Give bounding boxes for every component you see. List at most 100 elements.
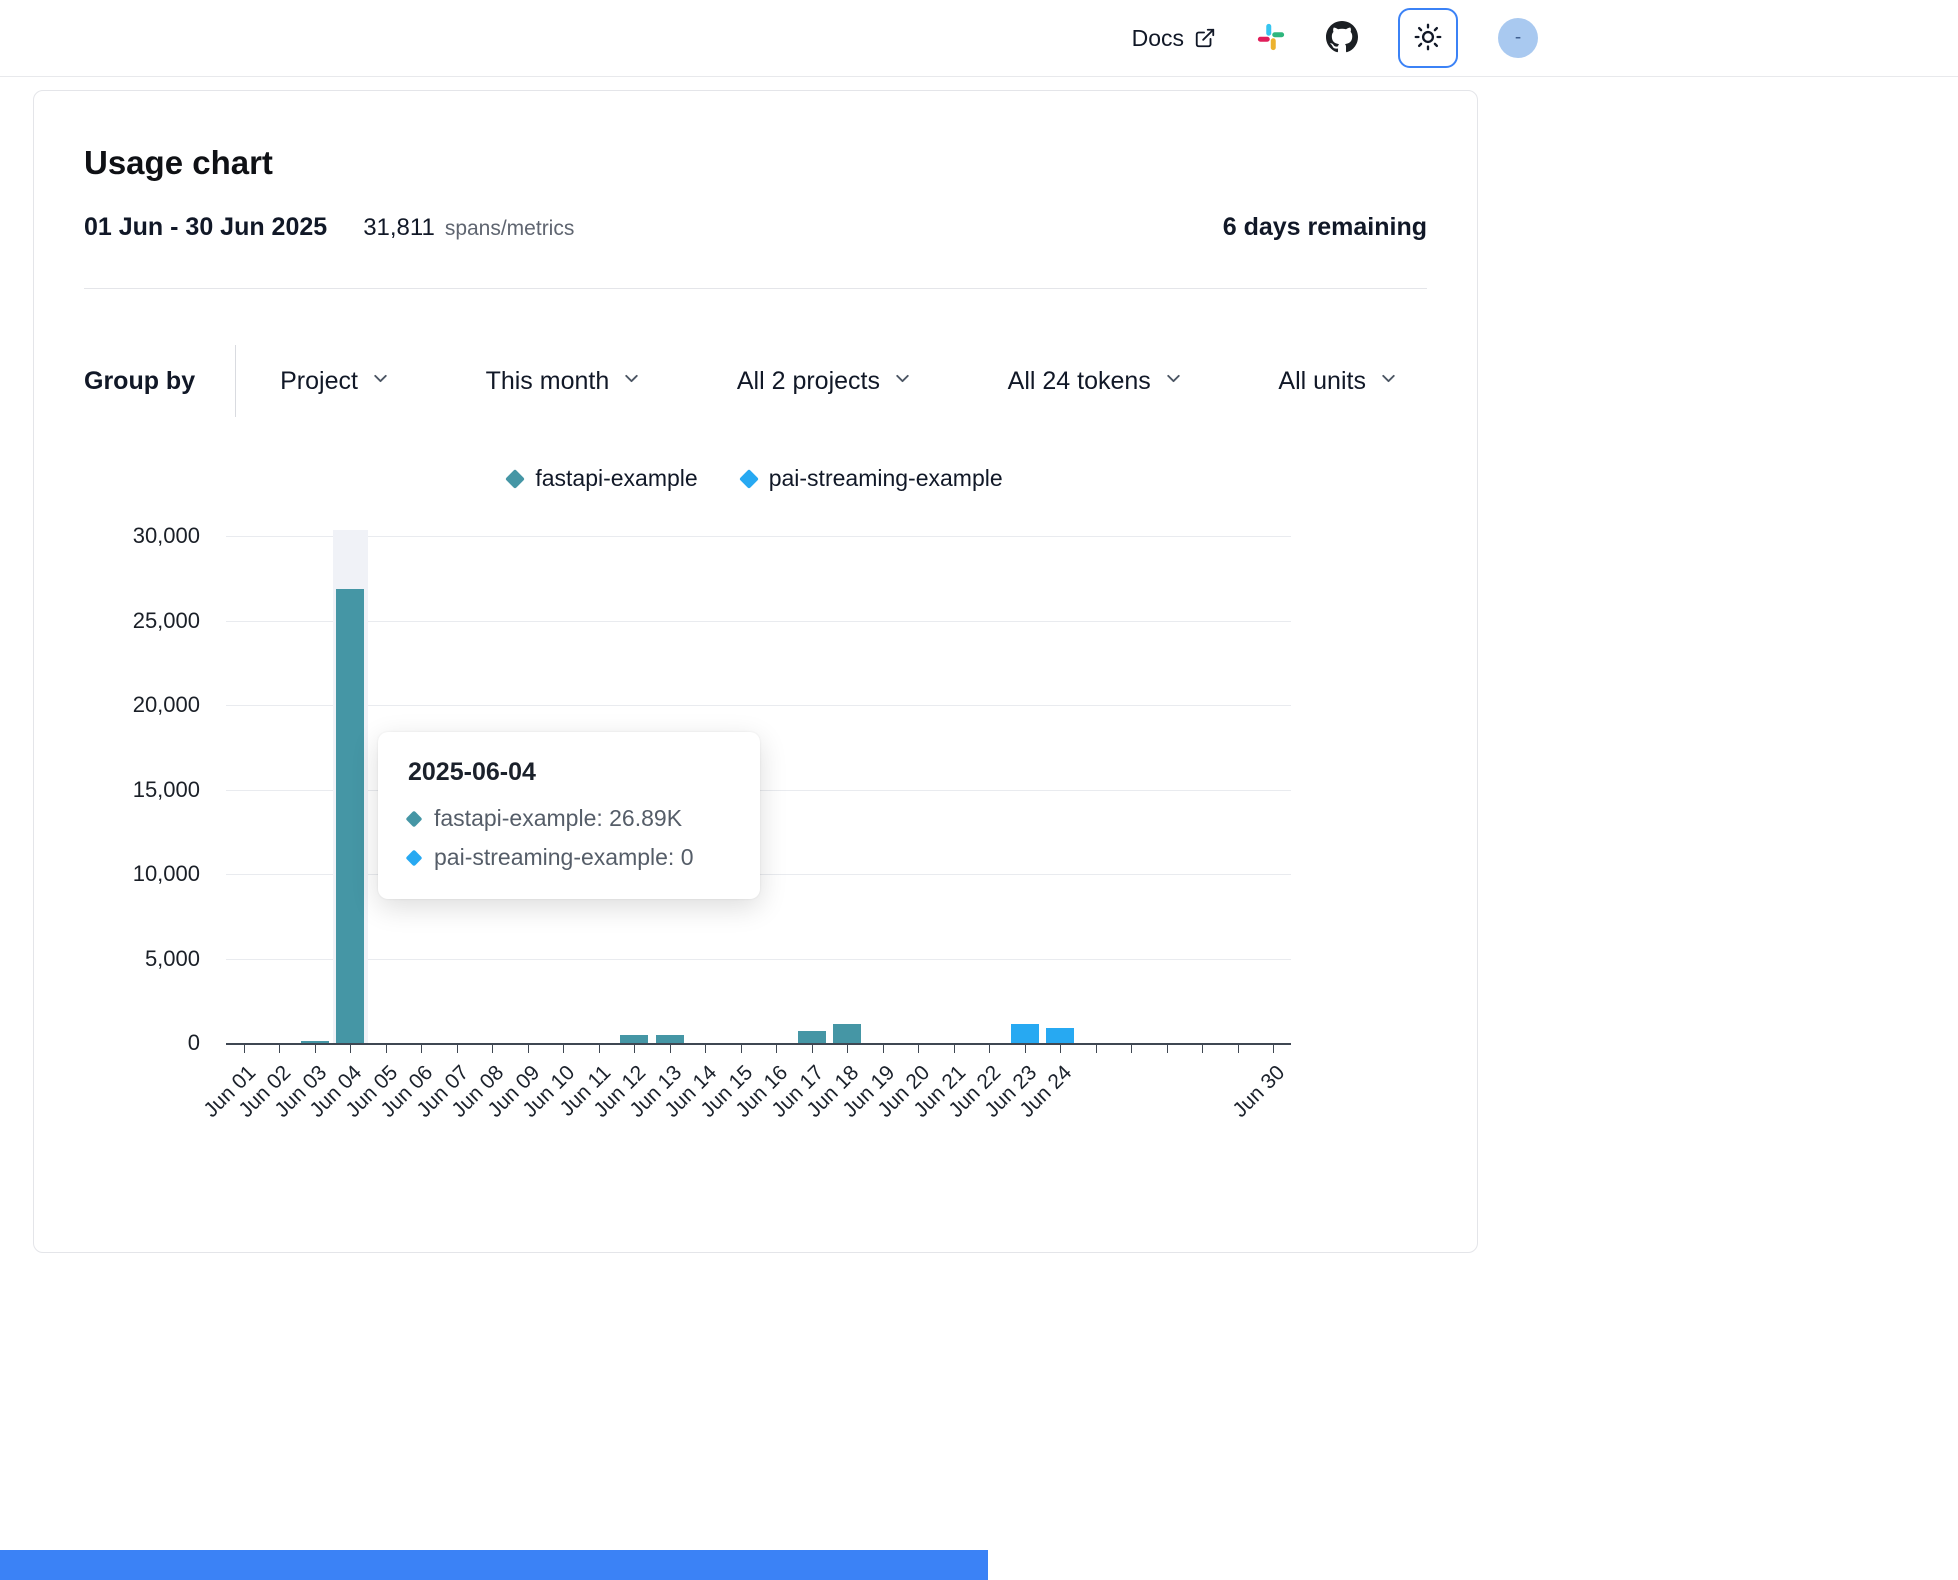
avatar-text: - — [1515, 27, 1521, 49]
group-by-label: Group by — [84, 367, 235, 396]
series-diamond-icon — [406, 849, 423, 866]
units-select[interactable]: All units — [1278, 367, 1399, 396]
top-bar: Docs — [0, 0, 1958, 77]
bottom-blue-bar — [0, 1550, 988, 1580]
sun-icon — [1414, 23, 1442, 54]
gridline — [226, 959, 1291, 960]
tooltip-row-text: pai-streaming-example: 0 — [434, 844, 694, 871]
bar-fastapi-example-jun-17[interactable] — [798, 1031, 826, 1043]
group-by-value: Project — [280, 367, 358, 396]
period-select[interactable]: This month — [486, 367, 643, 396]
projects-value: All 2 projects — [737, 367, 880, 396]
bar-fastapi-example-jun-03[interactable] — [301, 1041, 329, 1043]
legend-item-fastapi-example[interactable]: fastapi-example — [508, 465, 697, 492]
y-tick-label: 25,000 — [133, 608, 200, 634]
github-button[interactable] — [1326, 21, 1358, 56]
chart-tooltip: 2025-06-04 fastapi-example: 26.89K pai-s… — [378, 732, 760, 899]
x-tick — [599, 1045, 600, 1053]
x-tick — [1202, 1045, 1203, 1053]
gridline — [226, 705, 1291, 706]
filters-row: Group by Project This month All 2 projec… — [84, 289, 1427, 417]
github-icon — [1326, 21, 1358, 56]
external-link-icon — [1194, 27, 1216, 49]
filter-dropdowns: Project This month All 2 projects All 24… — [236, 367, 1427, 396]
x-tick — [350, 1045, 351, 1053]
total-unit-label: spans/metrics — [445, 217, 575, 241]
x-tick — [563, 1045, 564, 1053]
theme-toggle-button[interactable] — [1398, 8, 1458, 68]
y-axis: 05,00010,00015,00020,00025,00030,000 — [84, 536, 226, 1043]
x-tick — [1238, 1045, 1239, 1053]
x-tick — [421, 1045, 422, 1053]
x-tick — [244, 1045, 245, 1053]
docs-link[interactable]: Docs — [1132, 25, 1216, 52]
y-tick-label: 5,000 — [145, 946, 200, 972]
bar-fastapi-example-jun-13[interactable] — [656, 1035, 684, 1043]
gridline — [226, 621, 1291, 622]
y-tick-label: 20,000 — [133, 692, 200, 718]
tooltip-row: fastapi-example: 26.89K — [408, 805, 728, 832]
tooltip-row: pai-streaming-example: 0 — [408, 844, 728, 871]
slack-icon — [1256, 22, 1286, 55]
x-tick — [883, 1045, 884, 1053]
x-tick — [741, 1045, 742, 1053]
legend-diamond-icon — [739, 469, 759, 489]
legend-item-pai-streaming-example[interactable]: pai-streaming-example — [742, 465, 1003, 492]
x-tick — [705, 1045, 706, 1053]
tooltip-row-text: fastapi-example: 26.89K — [434, 805, 682, 832]
bar-pai-streaming-example-jun-23[interactable] — [1011, 1024, 1039, 1043]
bar-fastapi-example-jun-04[interactable] — [336, 589, 364, 1043]
days-remaining: 6 days remaining — [1223, 213, 1427, 242]
x-tick — [279, 1045, 280, 1053]
x-tick — [954, 1045, 955, 1053]
projects-select[interactable]: All 2 projects — [737, 367, 913, 396]
slack-button[interactable] — [1256, 22, 1286, 55]
usage-summary-row: 01 Jun - 30 Jun 2025 31,811 spans/metric… — [84, 213, 1427, 242]
x-tick — [634, 1045, 635, 1053]
page-title: Usage chart — [84, 143, 1427, 183]
gridline — [226, 536, 1291, 537]
series-diamond-icon — [406, 810, 423, 827]
bar-fastapi-example-jun-12[interactable] — [620, 1035, 648, 1043]
x-tick — [847, 1045, 848, 1053]
chevron-down-icon — [1163, 367, 1184, 396]
date-range: 01 Jun - 30 Jun 2025 — [84, 213, 327, 242]
tooltip-date: 2025-06-04 — [408, 758, 728, 787]
x-tick — [1167, 1045, 1168, 1053]
legend-label: pai-streaming-example — [769, 465, 1003, 492]
legend-label: fastapi-example — [535, 465, 697, 492]
legend-diamond-icon — [505, 469, 525, 489]
x-tick-label: Jun 30 — [1229, 1061, 1291, 1123]
tokens-select[interactable]: All 24 tokens — [1008, 367, 1184, 396]
y-tick-label: 30,000 — [133, 523, 200, 549]
x-tick — [1025, 1045, 1026, 1053]
x-tick — [1273, 1045, 1274, 1053]
y-tick-label: 0 — [188, 1030, 200, 1056]
x-tick — [1131, 1045, 1132, 1053]
x-tick — [492, 1045, 493, 1053]
x-tick — [989, 1045, 990, 1053]
chevron-down-icon — [621, 367, 642, 396]
x-tick — [528, 1045, 529, 1053]
x-tick — [670, 1045, 671, 1053]
chart-legend: fastapi-example pai-streaming-example — [84, 465, 1427, 492]
units-value: All units — [1278, 367, 1366, 396]
x-tick — [457, 1045, 458, 1053]
y-tick-label: 10,000 — [133, 861, 200, 887]
usage-bar-chart: 05,00010,00015,00020,00025,00030,000 202… — [84, 536, 1427, 1045]
x-tick — [1060, 1045, 1061, 1053]
group-by-select[interactable]: Project — [280, 367, 391, 396]
chevron-down-icon — [370, 367, 391, 396]
bar-fastapi-example-jun-18[interactable] — [833, 1024, 861, 1043]
chevron-down-icon — [1378, 367, 1399, 396]
x-tick — [315, 1045, 316, 1053]
tokens-value: All 24 tokens — [1008, 367, 1151, 396]
x-tick — [386, 1045, 387, 1053]
period-value: This month — [486, 367, 610, 396]
user-avatar[interactable]: - — [1498, 18, 1538, 58]
x-tick — [918, 1045, 919, 1053]
bar-pai-streaming-example-jun-24[interactable] — [1046, 1028, 1074, 1043]
x-tick — [776, 1045, 777, 1053]
chevron-down-icon — [892, 367, 913, 396]
y-tick-label: 15,000 — [133, 777, 200, 803]
